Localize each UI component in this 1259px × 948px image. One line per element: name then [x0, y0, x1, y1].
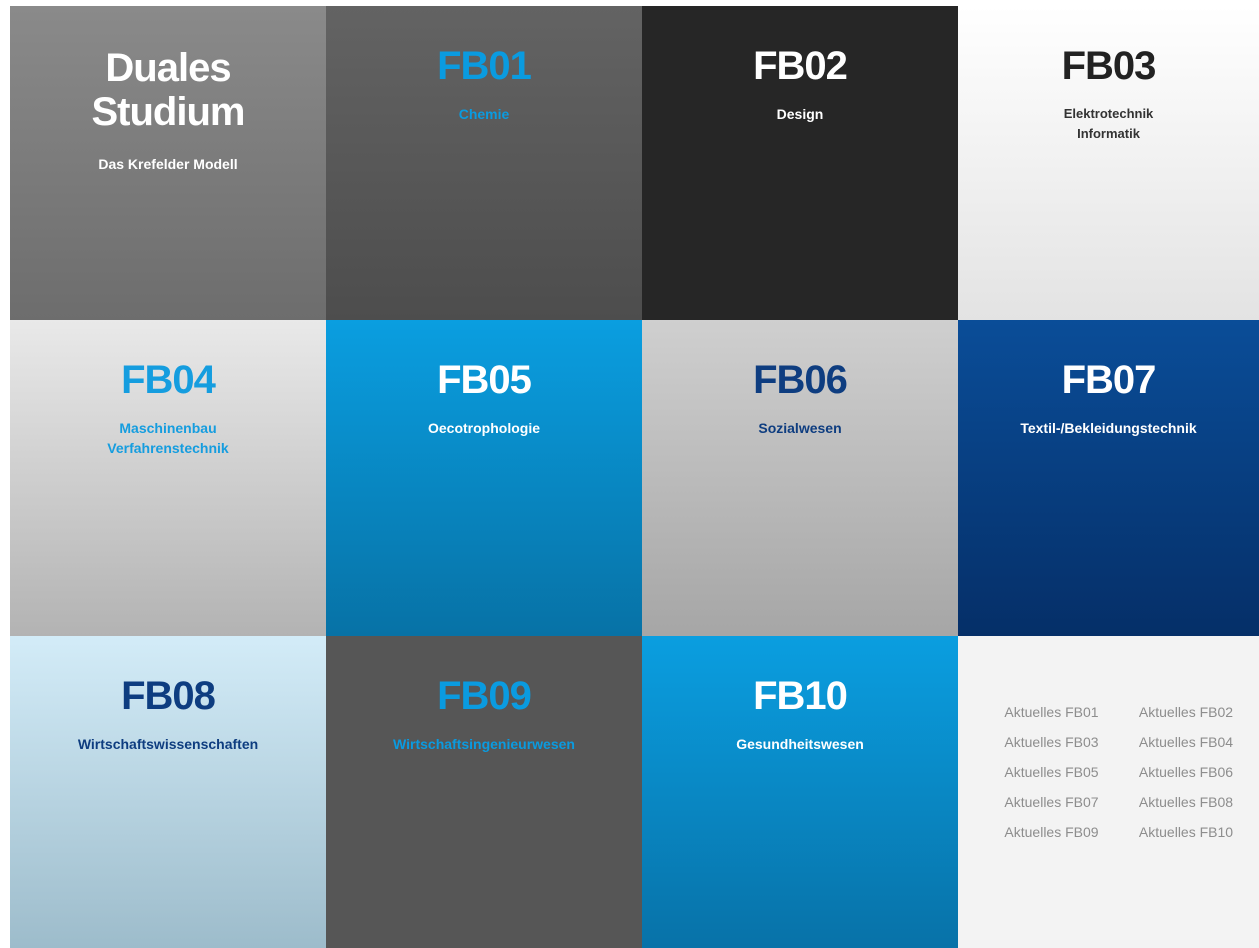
department-grid: Duales Studium Das Krefelder Modell FB01…: [10, 6, 1259, 948]
news-link-fb10[interactable]: Aktuelles FB10: [1121, 822, 1251, 842]
news-link-fb05[interactable]: Aktuelles FB05: [982, 762, 1121, 782]
dual-study-title-line2: Studium: [91, 90, 246, 134]
department-name: Chemie: [458, 106, 510, 122]
department-tile-fb09[interactable]: FB09 Wirtschaftsingenieurwesen: [326, 636, 642, 948]
department-name: Elektrotechnik Informatik: [1063, 106, 1154, 141]
news-link-fb09[interactable]: Aktuelles FB09: [982, 822, 1121, 842]
department-name: Design: [776, 106, 824, 122]
dual-study-subtitle: Das Krefelder Modell: [98, 156, 238, 172]
department-code: FB07: [1061, 358, 1157, 402]
department-code: FB09: [437, 674, 532, 718]
dual-study-tile[interactable]: Duales Studium Das Krefelder Modell: [10, 6, 326, 320]
news-link-fb03[interactable]: Aktuelles FB03: [982, 732, 1121, 752]
department-tile-fb07[interactable]: FB07 Textil-/Bekleidungstechnik: [958, 320, 1259, 636]
department-tile-fb03[interactable]: FB03 Elektrotechnik Informatik: [958, 6, 1259, 320]
department-code: FB08: [121, 674, 216, 718]
department-code: FB04: [121, 358, 216, 402]
dual-study-title-line1: Duales: [105, 46, 231, 90]
news-link-fb08[interactable]: Aktuelles FB08: [1121, 792, 1251, 812]
department-tile-fb06[interactable]: FB06 Sozialwesen: [642, 320, 958, 636]
department-name: Maschinenbau Verfahrenstechnik: [107, 420, 229, 456]
department-code: FB02: [753, 44, 848, 88]
news-link-fb01[interactable]: Aktuelles FB01: [982, 702, 1121, 722]
news-link-fb04[interactable]: Aktuelles FB04: [1121, 732, 1251, 752]
department-tile-fb10[interactable]: FB10 Gesundheitswesen: [642, 636, 958, 948]
department-name: Gesundheitswesen: [736, 736, 864, 752]
news-link-fb06[interactable]: Aktuelles FB06: [1121, 762, 1251, 782]
news-link-fb07[interactable]: Aktuelles FB07: [982, 792, 1121, 812]
department-tile-fb05[interactable]: FB05 Oecotrophologie: [326, 320, 642, 636]
department-code: FB10: [753, 674, 848, 718]
department-tile-fb08[interactable]: FB08 Wirtschaftswissenschaften: [10, 636, 326, 948]
department-tile-fb04[interactable]: FB04 Maschinenbau Verfahrenstechnik: [10, 320, 326, 636]
news-link-fb02[interactable]: Aktuelles FB02: [1121, 702, 1251, 722]
department-name: Wirtschaftswissenschaften: [77, 736, 259, 752]
department-code: FB06: [753, 358, 848, 402]
department-name: Textil-/Bekleidungstechnik: [1020, 420, 1197, 436]
department-name: Sozialwesen: [758, 420, 842, 436]
department-tile-fb01[interactable]: FB01 Chemie: [326, 6, 642, 320]
department-name: Oecotrophologie: [428, 420, 540, 436]
department-code: FB01: [437, 44, 532, 88]
department-code: FB03: [1061, 44, 1157, 88]
news-tile: Aktuelles FB01 Aktuelles FB02 Aktuelles …: [958, 636, 1259, 948]
department-tile-fb02[interactable]: FB02 Design: [642, 6, 958, 320]
news-list: Aktuelles FB01 Aktuelles FB02 Aktuelles …: [982, 702, 1251, 842]
department-code: FB05: [437, 358, 532, 402]
department-name: Wirtschaftsingenieurwesen: [393, 736, 575, 752]
